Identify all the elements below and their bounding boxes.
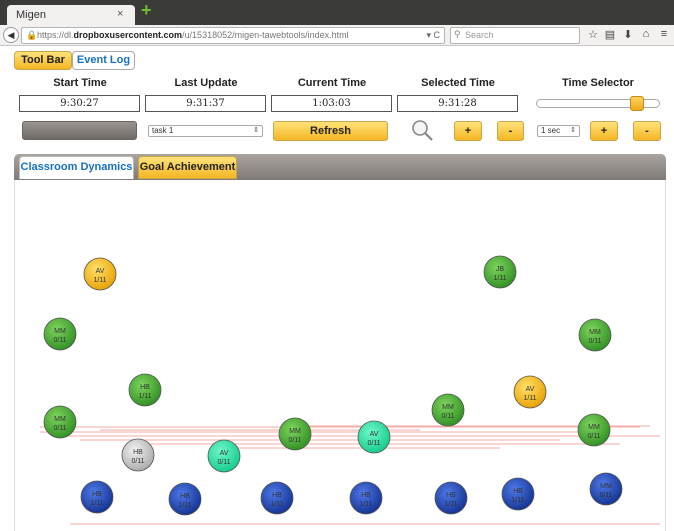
interval-select[interactable]: 1 sec ⇕ [537, 125, 580, 137]
url-text: https://dl.dropboxusercontent.com/u/1531… [37, 30, 349, 40]
tab-goal-achievement[interactable]: Goal Achievement [138, 156, 237, 179]
menu-icon[interactable]: ≡ [657, 28, 671, 40]
new-tab-icon[interactable]: + [141, 1, 157, 19]
magnifier-icon[interactable] [410, 118, 434, 142]
search-bar[interactable]: ⚲ Search [450, 27, 580, 44]
browser-tabbar: Migen × + [0, 0, 674, 26]
current-time-label: Current Time [297, 77, 367, 89]
back-arrow-icon[interactable]: ◀ [3, 27, 19, 43]
browser-navbar: ◀ 🔒 https://dl.dropboxusercontent.com/u/… [0, 25, 674, 46]
download-icon[interactable]: ⬇ [621, 28, 635, 41]
start-time-field: 9:30:27 [19, 95, 140, 112]
selected-time-field: 9:31:28 [397, 95, 518, 112]
url-bar[interactable]: 🔒 https://dl.dropboxusercontent.com/u/15… [21, 27, 445, 44]
zoom-plus-button[interactable]: + [454, 121, 482, 141]
interval-select-value: 1 sec [541, 126, 561, 135]
selected-time-label: Selected Time [421, 77, 495, 89]
reading-list-icon[interactable]: ▤ [603, 28, 617, 41]
search-placeholder: Search [465, 30, 494, 40]
star-icon[interactable]: ☆ [586, 28, 600, 41]
last-update-label: Last Update [174, 77, 238, 89]
classroom-dynamics-panel [14, 180, 666, 531]
time-plus-button[interactable]: + [590, 121, 618, 141]
tab-event-log[interactable]: Event Log [72, 51, 135, 70]
browser-tab-title: Migen [16, 9, 46, 21]
task-select[interactable]: task 1 ⇕ [148, 125, 263, 137]
lock-icon: 🔒 [26, 30, 38, 40]
tab-classroom-dynamics[interactable]: Classroom Dynamics [19, 156, 134, 179]
current-time-field: 1:03:03 [271, 95, 392, 112]
close-icon[interactable]: × [117, 8, 123, 20]
task-select-value: task 1 [152, 126, 174, 135]
tab-tool-bar[interactable]: Tool Bar [14, 51, 72, 70]
time-slider[interactable] [536, 96, 660, 111]
grey-control-button[interactable] [22, 121, 137, 140]
select-arrows-icon: ⇕ [253, 127, 259, 134]
last-update-field: 9:31:37 [145, 95, 266, 112]
start-time-label: Start Time [53, 77, 107, 89]
zoom-minus-button[interactable]: - [497, 121, 524, 141]
home-icon[interactable]: ⌂ [639, 28, 653, 40]
time-minus-button[interactable]: - [633, 121, 661, 141]
slider-thumb[interactable] [630, 96, 644, 111]
select-arrows-icon: ⇕ [570, 127, 576, 134]
reload-icon[interactable]: ▾ C [426, 30, 440, 41]
search-icon: ⚲ [454, 29, 461, 39]
refresh-button[interactable]: Refresh [273, 121, 388, 141]
time-selector-label: Time Selector [562, 77, 634, 89]
browser-tab[interactable]: Migen × [7, 5, 135, 26]
